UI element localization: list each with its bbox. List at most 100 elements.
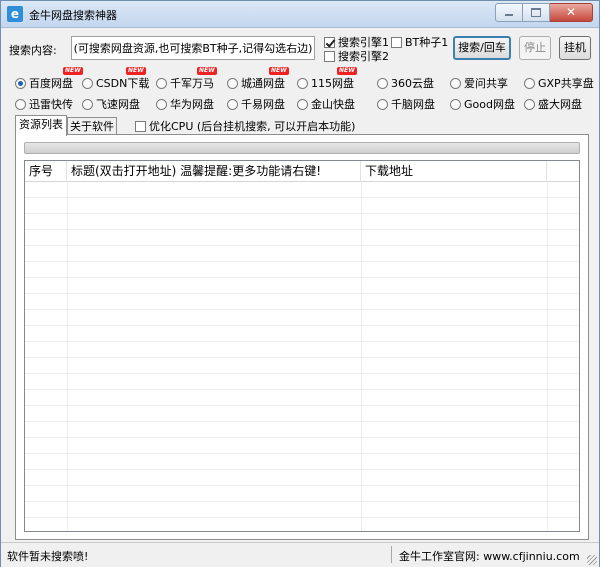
engine2-box[interactable]	[324, 50, 335, 62]
window-title: 金牛网盘搜索神器	[29, 9, 117, 22]
results-list[interactable]: 序号 标题(双击打开地址) 温馨提醒:更多功能请右键! 下载地址	[24, 160, 580, 532]
source-label: 千军万马	[170, 77, 214, 90]
grid-row-line	[25, 453, 579, 454]
radio-dot[interactable]	[524, 77, 535, 89]
stop-button[interactable]: 停止	[519, 36, 551, 60]
engine2-checkbox[interactable]: 搜索引擎2	[324, 48, 389, 64]
source-radio-huawei[interactable]: 华为网盘	[156, 96, 214, 112]
grid-row-line	[25, 245, 579, 246]
radio-dot[interactable]	[82, 77, 93, 89]
source-label: 飞速网盘	[96, 98, 140, 111]
close-button[interactable]: ✕	[550, 3, 593, 22]
source-radio-baidu[interactable]: 百度网盘	[15, 75, 73, 91]
grid-row-line	[25, 485, 579, 486]
radio-dot[interactable]	[227, 98, 238, 110]
hangup-button[interactable]: 挂机	[559, 36, 591, 60]
new-badge: NEW	[269, 67, 289, 75]
grid-row-line	[25, 437, 579, 438]
optimize-cpu-checkbox[interactable]: 优化CPU (后台挂机搜索, 可以开启本功能)	[135, 118, 355, 134]
radio-dot[interactable]	[297, 77, 308, 89]
source-label: 115网盘	[311, 77, 354, 90]
bt-box[interactable]	[391, 36, 402, 48]
source-label: GXP共享盘	[538, 77, 594, 90]
optimize-cpu-label: 优化CPU (后台挂机搜索, 可以开启本功能)	[149, 120, 356, 133]
radio-dot[interactable]	[377, 98, 388, 110]
minimize-icon	[505, 14, 513, 16]
grid-column-line	[67, 181, 68, 531]
bt-checkbox[interactable]: BT种子1	[391, 34, 448, 50]
radio-dot[interactable]	[227, 77, 238, 89]
close-icon: ✕	[565, 5, 577, 19]
resource-panel: 序号 标题(双击打开地址) 温馨提醒:更多功能请右键! 下载地址	[15, 134, 589, 540]
source-radio-qiannao[interactable]: 千脑网盘	[377, 96, 435, 112]
main-window: e 金牛网盘搜索神器 ✕ 搜索内容: 搜索引擎1 搜索引擎2 BT种子1 搜索/…	[0, 0, 600, 567]
engine1-box[interactable]	[324, 36, 335, 48]
app-icon: e	[7, 6, 23, 22]
radio-dot[interactable]	[524, 98, 535, 110]
title-bar[interactable]: e 金牛网盘搜索神器 ✕	[1, 1, 599, 28]
search-button[interactable]: 搜索/回车	[453, 36, 511, 60]
grid-row-line	[25, 197, 579, 198]
source-label: 爱问共享	[464, 77, 508, 90]
radio-dot[interactable]	[450, 77, 461, 89]
source-radio-feisu[interactable]: 飞速网盘	[82, 96, 140, 112]
status-website[interactable]: 金牛工作室官网: www.cfjinniu.com	[399, 548, 580, 564]
grid-column-line	[361, 181, 362, 531]
source-radio-csdn[interactable]: CSDN下载	[82, 75, 149, 91]
optimize-cpu-box[interactable]	[135, 120, 146, 132]
new-badge: NEW	[197, 67, 217, 75]
source-label: 千易网盘	[241, 98, 285, 111]
search-label: 搜索内容:	[9, 44, 57, 57]
tab-resource-list[interactable]: 资源列表	[15, 115, 67, 136]
grid-column-line	[547, 181, 548, 531]
list-header: 序号 标题(双击打开地址) 温馨提醒:更多功能请右键! 下载地址	[25, 161, 579, 182]
source-radio-qianyi[interactable]: 千易网盘	[227, 96, 285, 112]
maximize-button[interactable]	[523, 3, 550, 22]
radio-dot[interactable]	[82, 98, 93, 110]
column-header-title[interactable]: 标题(双击打开地址) 温馨提醒:更多功能请右键!	[67, 161, 361, 181]
source-radio-115[interactable]: 115网盘	[297, 75, 354, 91]
grid-row-line	[25, 389, 579, 390]
source-label: 迅雷快传	[29, 98, 73, 111]
column-header-url[interactable]: 下载地址	[361, 161, 547, 181]
source-radio-kuaipan[interactable]: 金山快盘	[297, 96, 355, 112]
radio-dot[interactable]	[15, 77, 26, 89]
resize-grip-icon[interactable]	[587, 555, 597, 565]
minimize-button[interactable]	[495, 3, 523, 22]
radio-dot[interactable]	[297, 98, 308, 110]
source-radio-chengtong[interactable]: 城通网盘	[227, 75, 285, 91]
radio-dot[interactable]	[15, 98, 26, 110]
source-radio-iask[interactable]: 爱问共享	[450, 75, 508, 91]
grid-row-line	[25, 357, 579, 358]
source-radio-360[interactable]: 360云盘	[377, 75, 434, 91]
radio-dot[interactable]	[156, 77, 167, 89]
new-badge: NEW	[337, 67, 357, 75]
tab-about[interactable]: 关于软件	[67, 117, 117, 135]
grid-row-line	[25, 469, 579, 470]
source-label: CSDN下载	[96, 77, 150, 90]
source-label: Good网盘	[464, 98, 515, 111]
radio-dot[interactable]	[156, 98, 167, 110]
search-input[interactable]	[71, 36, 315, 60]
new-badge: NEW	[126, 67, 146, 75]
source-label: 千脑网盘	[391, 98, 435, 111]
source-radio-xunlei[interactable]: 迅雷快传	[15, 96, 73, 112]
grid-row-line	[25, 293, 579, 294]
source-radio-qianjun[interactable]: 千军万马	[156, 75, 214, 91]
source-radio-shengda[interactable]: 盛大网盘	[524, 96, 582, 112]
source-radio-gxp[interactable]: GXP共享盘	[524, 75, 594, 91]
source-label: 百度网盘	[29, 77, 73, 90]
bt-label: BT种子1	[405, 36, 449, 49]
window-controls: ✕	[495, 3, 593, 22]
radio-dot[interactable]	[377, 77, 388, 89]
grid-row-line	[25, 405, 579, 406]
source-radio-good[interactable]: Good网盘	[450, 96, 515, 112]
source-label: 华为网盘	[170, 98, 214, 111]
column-header-index[interactable]: 序号	[25, 161, 67, 181]
grid-row-line	[25, 277, 579, 278]
grid-row-line	[25, 309, 579, 310]
status-message: 软件暂未搜索喷!	[7, 550, 89, 563]
grid-row-line	[25, 341, 579, 342]
radio-dot[interactable]	[450, 98, 461, 110]
maximize-icon	[531, 8, 541, 17]
